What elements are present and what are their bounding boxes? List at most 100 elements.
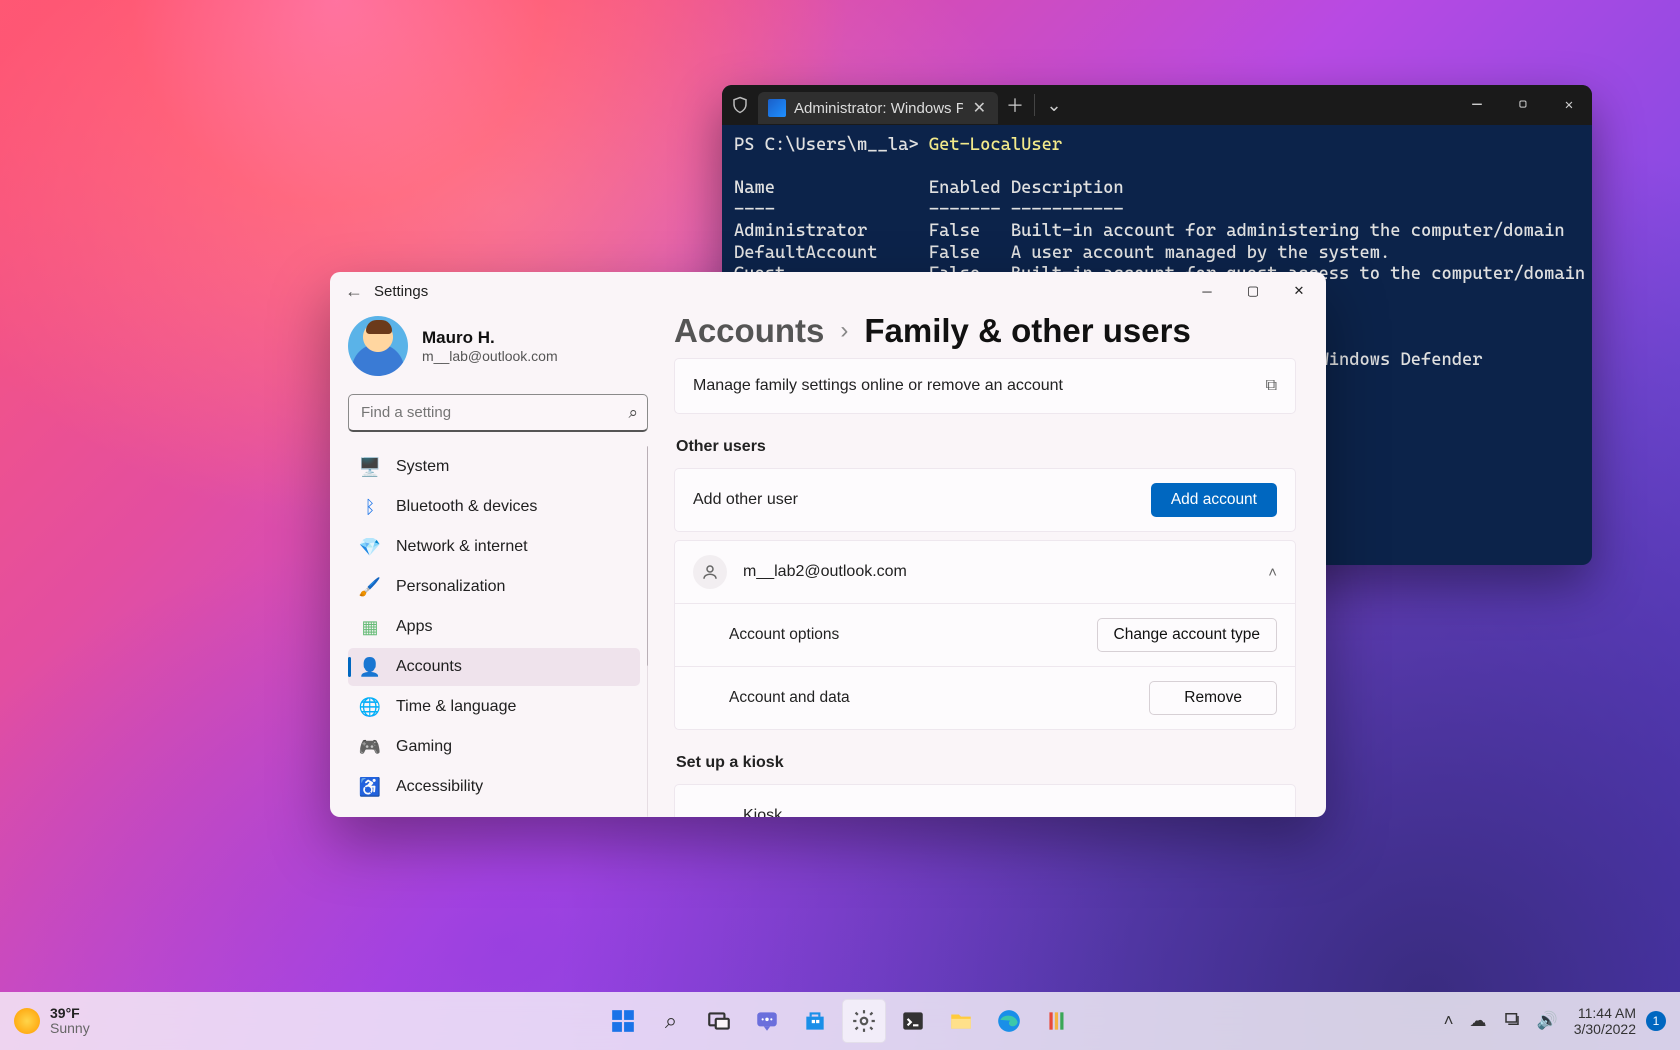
tray-chevron-up-icon[interactable]: ˄ — [1438, 1007, 1460, 1035]
onedrive-icon[interactable]: ☁ — [1464, 1007, 1493, 1035]
settings-search: ⌕ — [348, 394, 648, 432]
edge-icon[interactable] — [988, 1000, 1030, 1042]
tab-dropdown-icon[interactable]: ⌄ — [1037, 85, 1071, 125]
weather-condition: Sunny — [50, 1021, 90, 1036]
search-input[interactable] — [348, 394, 648, 432]
maximize-button[interactable]: ▢ — [1500, 85, 1546, 125]
settings-window: ← Settings ─ ▢ ✕ Mauro H. m__lab@outlook… — [330, 272, 1326, 817]
sun-icon — [14, 1008, 40, 1034]
store-icon[interactable] — [794, 1000, 836, 1042]
nav-system[interactable]: 🖥️ System — [348, 448, 640, 486]
close-button[interactable]: ✕ — [1276, 272, 1322, 310]
divider — [1034, 94, 1035, 116]
nav-accessibility[interactable]: ♿ Accessibility — [348, 768, 640, 806]
remove-button[interactable]: Remove — [1149, 681, 1277, 715]
terminal-tab-title: Administrator: Windows Powe — [794, 100, 963, 117]
listed-user-email: m__lab2@outlook.com — [743, 563, 1268, 581]
user-email: m__lab@outlook.com — [422, 348, 558, 364]
col-header-enabled: Enabled — [929, 178, 1001, 198]
listed-user-card: m__lab2@outlook.com ˄ Account options Ch… — [674, 540, 1296, 730]
external-link-icon: ⧉ — [1266, 377, 1277, 395]
add-other-user-label: Add other user — [693, 491, 1151, 509]
nav-gaming[interactable]: 🎮 Gaming — [348, 728, 640, 766]
nav-time-language[interactable]: 🌐 Time & language — [348, 688, 640, 726]
tray-indicator-icon[interactable] — [1497, 1006, 1527, 1037]
close-button[interactable]: ✕ — [1546, 85, 1592, 125]
account-data-label: Account and data — [729, 689, 1149, 707]
kiosk-card[interactable]: Kiosk — [674, 784, 1296, 817]
nav-personalization[interactable]: 🖌️ Personalization — [348, 568, 640, 606]
accounts-icon: 👤 — [360, 657, 380, 677]
clock-date: 3/30/2022 — [1574, 1021, 1636, 1037]
nav-apps[interactable]: ▦ Apps — [348, 608, 640, 646]
taskbar-search-icon[interactable]: ⌕ — [650, 1000, 692, 1042]
add-other-user-card: Add other user Add account — [674, 468, 1296, 532]
kiosk-label: Kiosk — [743, 807, 1277, 817]
person-icon — [693, 555, 727, 589]
other-users-heading: Other users — [676, 438, 1296, 456]
change-account-type-button[interactable]: Change account type — [1097, 618, 1278, 652]
app-icon[interactable] — [1036, 1000, 1078, 1042]
chevron-right-icon: › — [840, 317, 848, 345]
nav-label: Personalization — [396, 578, 505, 596]
taskbar-clock[interactable]: 11:44 AM 3/30/2022 — [1568, 1005, 1642, 1037]
manage-family-card[interactable]: Manage family settings online or remove … — [674, 358, 1296, 414]
weather-temp: 39°F — [50, 1006, 90, 1021]
nav-label: Gaming — [396, 738, 452, 756]
accessibility-icon: ♿ — [360, 777, 380, 797]
nav-label: System — [396, 458, 449, 476]
col-header-name: Name — [734, 178, 775, 198]
settings-main: Accounts › Family & other users Manage f… — [654, 310, 1326, 817]
account-options-row: Account options Change account type — [675, 603, 1295, 666]
notification-badge[interactable]: 1 — [1646, 1011, 1666, 1031]
maximize-button[interactable]: ▢ — [1230, 272, 1276, 310]
settings-titlebar[interactable]: ← Settings ─ ▢ ✕ — [330, 272, 1326, 310]
shield-icon — [722, 85, 758, 125]
tab-close-icon[interactable]: ✕ — [971, 98, 988, 118]
powershell-icon — [768, 99, 786, 117]
terminal-tab[interactable]: Administrator: Windows Powe ✕ — [758, 92, 998, 124]
terminal-titlebar[interactable]: Administrator: Windows Powe ✕ ＋ ⌄ ─ ▢ ✕ — [722, 85, 1592, 125]
terminal-prompt: PS C:\Users\m__la> — [734, 135, 919, 155]
nav-network[interactable]: 💎 Network & internet — [348, 528, 640, 566]
scrollbar-thumb[interactable] — [647, 446, 648, 666]
back-icon[interactable]: ← — [334, 281, 374, 302]
breadcrumb-root[interactable]: Accounts — [674, 312, 824, 350]
chevron-up-icon: ˄ — [1268, 564, 1277, 581]
listed-user-header[interactable]: m__lab2@outlook.com ˄ — [675, 541, 1295, 603]
volume-icon[interactable]: 🔊 — [1531, 1007, 1564, 1035]
window-title: Settings — [374, 283, 428, 300]
nav-bluetooth[interactable]: ᛒ Bluetooth & devices — [348, 488, 640, 526]
nav-label: Network & internet — [396, 538, 528, 556]
minimize-button[interactable]: ─ — [1454, 85, 1500, 125]
system-tray: ˄ ☁ 🔊 11:44 AM 3/30/2022 1 — [1438, 1005, 1666, 1037]
taskbar-weather[interactable]: 39°F Sunny — [14, 1006, 90, 1037]
start-button[interactable] — [602, 1000, 644, 1042]
settings-sidebar: Mauro H. m__lab@outlook.com ⌕ 🖥️ System … — [330, 310, 654, 817]
nav-label: Apps — [396, 618, 432, 636]
manage-family-label: Manage family settings online or remove … — [693, 377, 1266, 395]
user-block[interactable]: Mauro H. m__lab@outlook.com — [348, 310, 648, 394]
nav-label: Bluetooth & devices — [396, 498, 537, 516]
account-options-label: Account options — [729, 626, 1097, 644]
nav-label: Time & language — [396, 698, 516, 716]
settings-taskbar-icon[interactable] — [842, 999, 886, 1043]
file-explorer-icon[interactable] — [940, 1000, 982, 1042]
new-tab-button[interactable]: ＋ — [998, 85, 1032, 125]
minimize-button[interactable]: ─ — [1184, 272, 1230, 310]
breadcrumb: Accounts › Family & other users — [674, 310, 1296, 358]
terminal-command: Get-LocalUser — [929, 135, 1062, 155]
taskbar-center: ⌕ — [602, 999, 1078, 1043]
gaming-icon: 🎮 — [360, 737, 380, 757]
account-data-row: Account and data Remove — [675, 666, 1295, 729]
user-name: Mauro H. — [422, 328, 558, 348]
task-view-icon[interactable] — [698, 1000, 740, 1042]
chat-icon[interactable] — [746, 1000, 788, 1042]
bluetooth-icon: ᛒ — [360, 497, 380, 517]
nav-accounts[interactable]: 👤 Accounts — [348, 648, 640, 686]
search-icon[interactable]: ⌕ — [628, 403, 638, 423]
terminal-taskbar-icon[interactable] — [892, 1000, 934, 1042]
add-account-button[interactable]: Add account — [1151, 483, 1277, 517]
personalization-icon: 🖌️ — [360, 577, 380, 597]
apps-icon: ▦ — [360, 617, 380, 637]
